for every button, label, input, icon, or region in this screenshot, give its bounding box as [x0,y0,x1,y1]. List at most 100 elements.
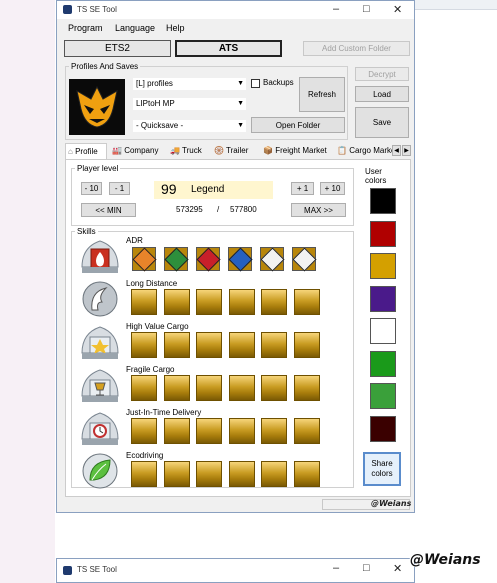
load-button[interactable]: Load [355,86,409,102]
skill-level-slot[interactable] [261,375,287,401]
share-colors-button[interactable]: Share colors [363,452,401,486]
skill-level-slot[interactable] [293,289,320,315]
skill-level-slot[interactable] [261,461,287,487]
skill-level-slot[interactable] [261,289,287,315]
skill-level-slot[interactable] [163,461,190,487]
tab-truck-label: Truck [182,146,202,155]
user-color-swatch[interactable] [370,220,396,247]
skill-level-slot[interactable] [196,375,222,401]
skill-level-slot[interactable] [196,418,222,444]
tab-company[interactable]: 🏭 Company [110,143,166,159]
adr-class-3-icon[interactable] [195,246,221,272]
second-minimize-button[interactable]: – [333,562,339,574]
skill-level-slot[interactable] [163,332,190,358]
tab-freight-market[interactable]: 📦 Freight Market [261,143,335,159]
minimize-button[interactable]: – [333,3,339,15]
skill-level-slot[interactable] [228,375,255,401]
tab-trailer[interactable]: 🛞 Trailer [212,143,260,159]
chevron-right-icon: ▶ [404,148,409,154]
skill-level-slot[interactable] [228,332,255,358]
close-button[interactable]: ✕ [393,3,402,16]
user-color-swatch[interactable] [370,350,396,377]
skills-label: Skills [75,227,98,236]
skill-level-slot[interactable] [131,289,157,315]
user-color-swatch[interactable] [370,253,396,279]
user-color-swatch[interactable] [370,285,396,312]
skill-level-slot[interactable] [196,289,222,315]
level-value: 99 [161,181,177,197]
skill-level-slot[interactable] [131,418,157,444]
ets2-button[interactable]: ETS2 [64,40,171,57]
tab-cargo-market[interactable]: 📋 Cargo Marke [335,143,393,159]
skill-level-slot[interactable] [293,332,320,358]
refresh-button[interactable]: Refresh [299,77,345,112]
skill-level-slot[interactable] [163,375,190,401]
skill-level-slot[interactable] [163,418,190,444]
skill-level-slot[interactable] [228,461,255,487]
chevron-down-icon: ▼ [237,122,244,129]
adr-class-1-icon[interactable] [131,246,157,272]
backups-checkbox[interactable] [251,79,260,88]
profile-list-value: [L] profiles [136,79,173,88]
open-folder-button[interactable]: Open Folder [251,117,345,133]
tab-scroll-left-button[interactable]: ◀ [392,145,401,156]
skill-high-value-cargo-label: High Value Cargo [126,322,189,331]
menu-program[interactable]: Program [68,23,103,33]
level-plus-1-button[interactable]: + 1 [291,182,314,195]
user-color-swatch[interactable] [370,383,396,409]
watermark-large: @Weians [410,552,481,568]
menu-language[interactable]: Language [115,23,155,33]
skill-level-slot[interactable] [228,418,255,444]
skill-level-slot[interactable] [293,461,320,487]
menu-bar: Program Language Help [57,23,414,37]
truck-icon: 🚚 [170,146,180,155]
user-color-swatch[interactable] [370,188,396,214]
skill-level-slot[interactable] [131,332,157,358]
skill-level-slot[interactable] [228,289,255,315]
level-minus-1-button[interactable]: - 1 [109,182,130,195]
adr-class-5-icon[interactable] [259,246,285,272]
skill-level-slot[interactable] [293,418,320,444]
skill-level-slot[interactable] [196,461,222,487]
user-colors-label: User colors [365,167,387,185]
maximize-button[interactable]: □ [363,3,370,15]
ats-button[interactable]: ATS [175,40,282,57]
level-display: 99 Legend [154,181,273,199]
window-title: TS SE Tool [77,5,117,14]
profile-list-select[interactable]: [L] profiles ▼ [132,77,247,91]
add-custom-folder-button[interactable]: Add Custom Folder [303,41,410,56]
skill-level-slot[interactable] [131,461,157,487]
hazard-diamond-icon [131,246,157,272]
save-select[interactable]: - Quicksave - ▼ [132,119,247,133]
skill-level-slot[interactable] [293,375,320,401]
decrypt-button[interactable]: Decrypt [355,67,409,81]
level-min-button[interactable]: << MIN [81,203,136,217]
level-plus-10-button[interactable]: + 10 [320,182,345,195]
user-color-swatch[interactable] [370,415,396,442]
second-maximize-button[interactable]: □ [363,562,370,574]
second-close-button[interactable]: ✕ [393,562,402,575]
adr-class-2-icon[interactable] [163,246,189,272]
adr-class-4-icon[interactable] [227,246,253,272]
adr-class-6-icon[interactable] [291,246,317,272]
chevron-left-icon: ◀ [394,148,399,154]
level-minus-10-button[interactable]: - 10 [81,182,102,195]
skill-level-slot[interactable] [131,375,157,401]
hazard-diamond-icon [163,246,189,272]
skill-just-in-time-label: Just-In-Time Delivery [126,408,202,417]
level-max-button[interactable]: MAX >> [291,203,346,217]
skill-level-slot[interactable] [261,418,287,444]
user-color-swatch[interactable] [370,318,396,344]
profile-select[interactable]: LIPtoH MP ▼ [132,97,247,111]
skill-level-slot[interactable] [163,289,190,315]
skill-level-slot[interactable] [196,332,222,358]
menu-help[interactable]: Help [166,23,185,33]
title-bar: TS SE Tool – □ ✕ [57,1,414,19]
tab-profile[interactable]: ⌂ Profile [65,143,107,159]
skill-level-slot[interactable] [261,332,287,358]
player-level-group: Player level - 10 - 1 + 1 + 10 << MIN MA… [71,164,354,226]
save-button[interactable]: Save [355,107,409,138]
tab-scroll-right-button[interactable]: ▶ [402,145,411,156]
tab-truck[interactable]: 🚚 Truck [168,143,212,159]
second-window: TS SE Tool – □ ✕ [56,558,415,583]
